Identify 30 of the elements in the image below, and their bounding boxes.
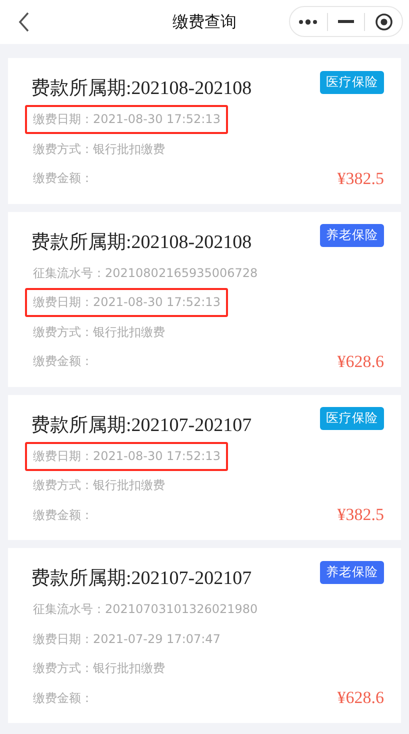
amount-label: 缴费金额： xyxy=(32,690,94,707)
insurance-tag: 养老保险 xyxy=(320,224,384,247)
amount-value: ¥628.6 xyxy=(337,352,384,372)
insurance-tag: 养老保险 xyxy=(320,560,384,584)
info-text: 缴费日期：2021-08-30 17:52:13 xyxy=(25,105,228,134)
insurance-tag: 医疗保险 xyxy=(320,407,384,430)
amount-value: ¥628.6 xyxy=(337,688,384,708)
info-text: 缴费方式：银行批扣缴费 xyxy=(32,477,166,494)
info-text: 缴费日期：2021-08-30 17:52:13 xyxy=(25,442,228,471)
page-title: 缴费查询 xyxy=(172,12,236,32)
amount-label: 缴费金额： xyxy=(32,170,94,188)
more-icon[interactable] xyxy=(298,18,318,24)
period-title: 费款所属期:202107-202107 xyxy=(31,414,252,438)
amount-label: 缴费金额： xyxy=(32,353,94,370)
close-icon[interactable] xyxy=(374,12,393,30)
period-title: 费款所属期:202107-202107 xyxy=(31,567,252,591)
info-text: 缴费方式：银行批扣缴费 xyxy=(32,660,166,678)
info-text: 征集流水号：20210802165935006728 xyxy=(32,264,259,282)
amount-label: 缴费金额： xyxy=(32,506,94,524)
info-text: 缴费方式：银行批扣缴费 xyxy=(32,140,166,158)
info-text: 征集流水号：20210703101326021980 xyxy=(32,601,259,618)
period-title: 费款所属期:202108-202108 xyxy=(31,230,252,254)
amount-value: ¥382.5 xyxy=(337,168,384,189)
back-icon[interactable] xyxy=(18,12,30,32)
info-text: 缴费日期：2021-08-30 17:52:13 xyxy=(25,288,228,318)
info-text: 缴费方式：银行批扣缴费 xyxy=(32,324,166,341)
period-title: 费款所属期:202108-202108 xyxy=(31,77,252,101)
info-text: 缴费日期：2021-07-29 17:07:47 xyxy=(32,630,222,648)
insurance-tag: 医疗保险 xyxy=(320,70,384,94)
amount-value: ¥382.5 xyxy=(337,505,384,526)
